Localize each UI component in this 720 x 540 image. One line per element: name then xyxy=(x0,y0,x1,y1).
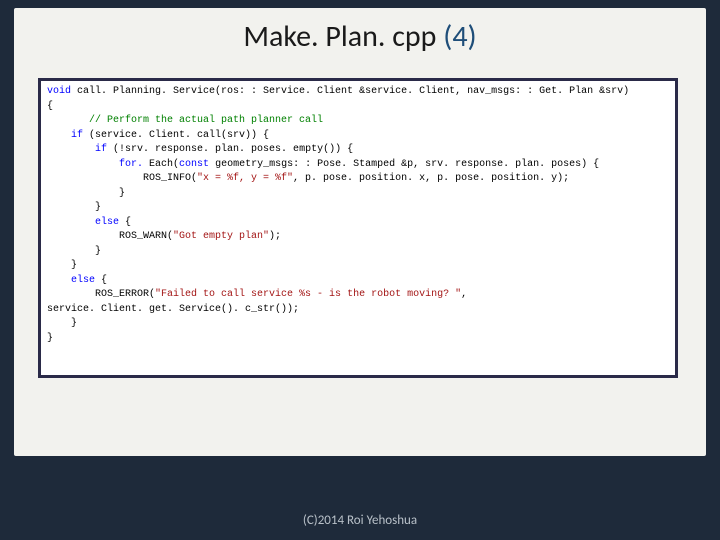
code-text: } xyxy=(47,246,101,257)
code-text: } xyxy=(47,202,101,213)
code-keyword: if xyxy=(95,144,107,155)
title-accent: (4) xyxy=(443,18,476,55)
code-text: { xyxy=(47,101,53,112)
code-string: "Failed to call service %s - is the robo… xyxy=(155,289,461,300)
code-text: } xyxy=(47,333,53,344)
code-keyword: const xyxy=(179,159,209,170)
code-box: void call. Planning. Service(ros: : Serv… xyxy=(38,78,678,378)
code-block: void call. Planning. Service(ros: : Serv… xyxy=(47,85,669,346)
code-text: call. Planning. Service(ros: : Service. … xyxy=(71,86,629,97)
code-text: } xyxy=(47,318,77,329)
code-text: ROS_WARN( xyxy=(47,231,173,242)
code-text: service. Client. get. Service(). c_str()… xyxy=(47,304,299,315)
code-text xyxy=(47,159,119,170)
code-comment: // Perform the actual path planner call xyxy=(89,115,323,126)
code-keyword: void xyxy=(47,86,71,97)
code-text: } xyxy=(47,188,125,199)
code-text: ROS_INFO( xyxy=(47,173,197,184)
code-text: { xyxy=(95,275,107,286)
code-text: (!srv. response. plan. poses. empty()) { xyxy=(107,144,353,155)
code-text xyxy=(47,115,89,126)
footer-copyright: (C)2014 Roi Yehoshua xyxy=(0,513,720,528)
code-text: geometry_msgs: : Pose. Stamped &p, srv. … xyxy=(209,159,599,170)
code-text: Each( xyxy=(143,159,179,170)
code-keyword: else xyxy=(71,275,95,286)
code-text xyxy=(47,275,71,286)
code-text xyxy=(47,217,95,228)
code-text: , xyxy=(461,289,467,300)
code-text xyxy=(47,144,95,155)
code-text: ); xyxy=(269,231,281,242)
slide: Make. Plan. cpp (4) void call. Planning.… xyxy=(0,0,720,540)
code-keyword: if xyxy=(71,130,83,141)
code-keyword: for. xyxy=(119,159,143,170)
code-string: "x = %f, y = %f" xyxy=(197,173,293,184)
code-text: { xyxy=(119,217,131,228)
title-text: Make. Plan. cpp xyxy=(243,18,443,55)
code-text: } xyxy=(47,260,77,271)
code-text: ROS_ERROR( xyxy=(47,289,155,300)
code-keyword: else xyxy=(95,217,119,228)
code-text: (service. Client. call(srv)) { xyxy=(83,130,269,141)
slide-title: Make. Plan. cpp (4) xyxy=(0,18,720,55)
code-string: "Got empty plan" xyxy=(173,231,269,242)
code-text xyxy=(47,130,71,141)
code-text: , p. pose. position. x, p. pose. positio… xyxy=(293,173,569,184)
